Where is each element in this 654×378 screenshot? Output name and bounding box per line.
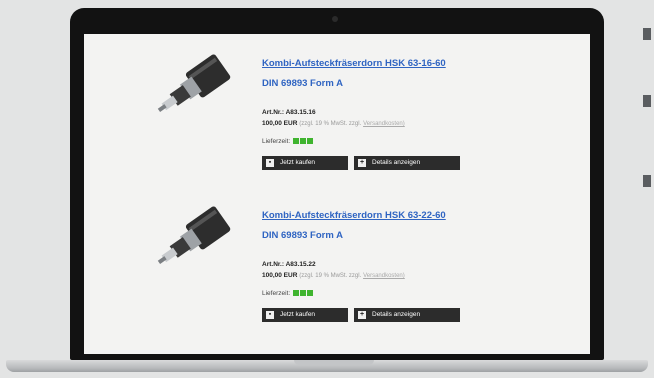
price: 100,00 EUR [262,272,298,279]
status-dot [300,138,306,145]
base-notch [294,360,374,365]
delivery-time: Lieferzeit: [262,290,313,297]
side-mark [643,95,651,107]
buy-button[interactable]: ▪ Jetzt kaufen [262,156,348,170]
side-mark [643,28,651,40]
product-card: Kombi-Aufsteckfräserdorn HSK 63-16-60 DI… [84,34,590,174]
laptop-base [6,360,648,372]
side-mark [643,175,651,187]
article-number: Art.Nr.: A83.15.16 [262,109,316,116]
delivery-time: Lieferzeit: [262,138,313,145]
milling-arbor-icon[interactable] [152,46,256,136]
delivery-label: Lieferzeit: [262,138,291,145]
status-dot [307,290,313,297]
delivery-label: Lieferzeit: [262,290,291,297]
shipping-link[interactable]: Versandkosten) [363,121,405,127]
cart-icon: ▪ [266,311,274,319]
cart-icon: ▪ [266,159,274,167]
product-title[interactable]: Kombi-Aufsteckfräserdorn HSK 63-16-60 [262,58,446,69]
product-title[interactable]: Kombi-Aufsteckfräserdorn HSK 63-22-60 [262,210,446,221]
screen: Kombi-Aufsteckfräserdorn HSK 63-16-60 DI… [84,34,590,354]
shipping-link[interactable]: Versandkosten) [363,273,405,279]
article-number: Art.Nr.: A83.15.22 [262,261,316,268]
laptop-bezel: Kombi-Aufsteckfräserdorn HSK 63-16-60 DI… [70,8,604,360]
price-row: 100,00 EUR (zzgl. 19 % MwSt. zzgl. Versa… [262,120,405,127]
status-dot [293,138,299,145]
plus-icon: + [358,311,366,319]
vat-note: (zzgl. 19 % MwSt. zzgl. [299,121,362,127]
price-row: 100,00 EUR (zzgl. 19 % MwSt. zzgl. Versa… [262,272,405,279]
status-dot [293,290,299,297]
buy-button-label: Jetzt kaufen [280,159,316,166]
product-card: Kombi-Aufsteckfräserdorn HSK 63-22-60 DI… [84,186,590,326]
product-subtitle[interactable]: DIN 69893 Form A [262,78,343,89]
buy-button-label: Jetzt kaufen [280,311,316,318]
status-dot [300,290,306,297]
details-button[interactable]: + Details anzeigen [354,156,460,170]
details-button-label: Details anzeigen [372,159,421,166]
vat-note: (zzgl. 19 % MwSt. zzgl. [299,273,362,279]
camera [332,16,338,22]
buy-button[interactable]: ▪ Jetzt kaufen [262,308,348,322]
price: 100,00 EUR [262,120,298,127]
milling-arbor-icon[interactable] [152,198,256,288]
status-dot [307,138,313,145]
product-subtitle[interactable]: DIN 69893 Form A [262,230,343,241]
details-button[interactable]: + Details anzeigen [354,308,460,322]
details-button-label: Details anzeigen [372,311,421,318]
plus-icon: + [358,159,366,167]
